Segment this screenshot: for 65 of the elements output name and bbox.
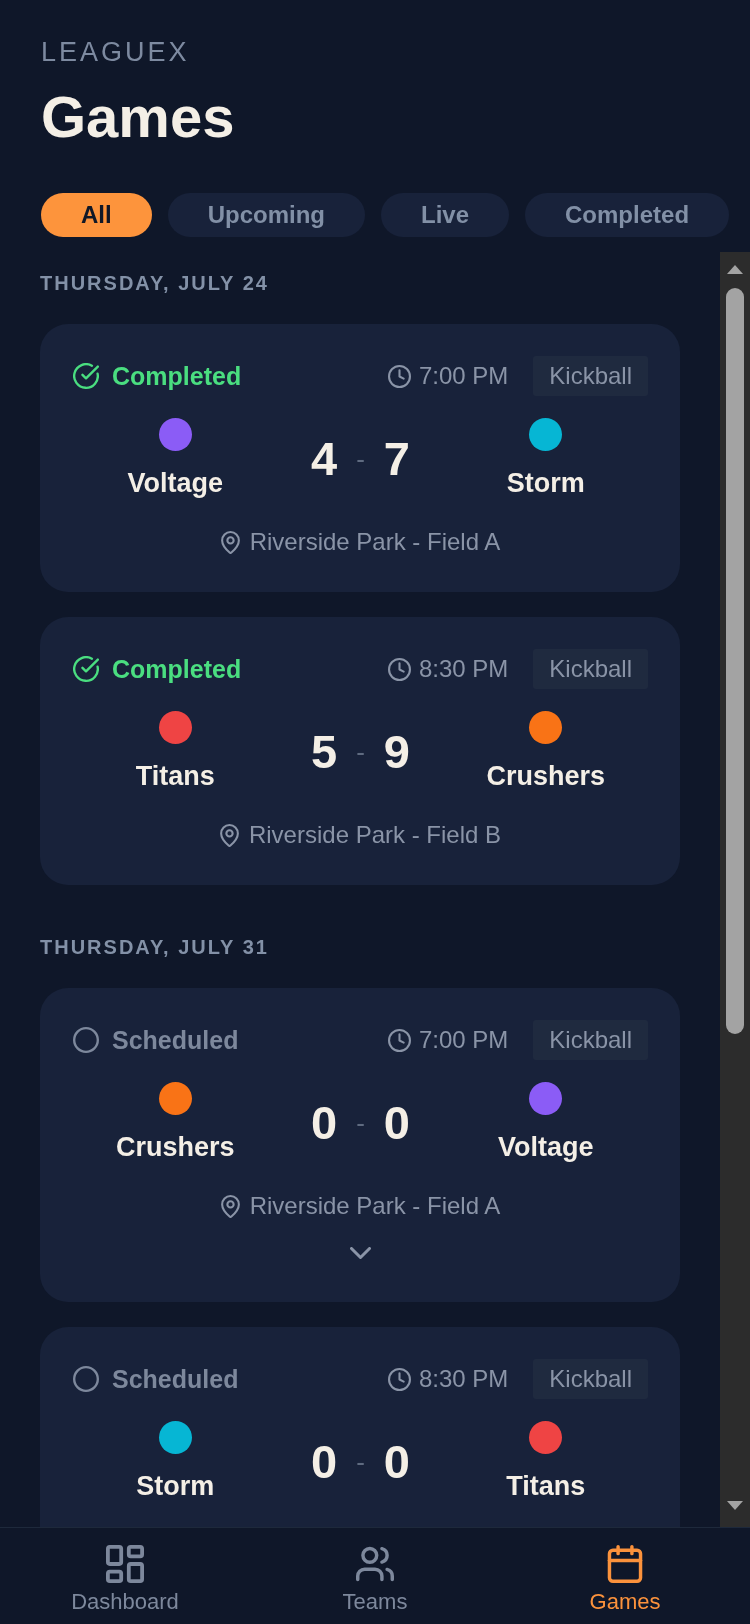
status-label: Completed	[112, 654, 242, 684]
status-label: Scheduled	[112, 1364, 239, 1394]
scroll-down-arrow-icon[interactable]	[727, 1501, 743, 1510]
away-score: 0	[383, 1095, 410, 1150]
location-pin-icon	[219, 823, 239, 847]
nav-tab[interactable]: Teams	[250, 1528, 500, 1624]
home-score: 0	[311, 1434, 338, 1489]
empty-circle-icon	[73, 1366, 99, 1392]
sport-tag: Kickball	[533, 649, 648, 689]
clock-icon	[387, 364, 411, 388]
dashboard-grid-icon	[106, 1545, 144, 1583]
sport-tag: Kickball	[533, 1020, 648, 1060]
clock-icon	[387, 657, 411, 681]
calendar-icon	[606, 1545, 644, 1583]
away-score: 9	[383, 724, 410, 779]
nav-tab[interactable]: Games	[500, 1528, 750, 1624]
team-name: Crushers	[486, 760, 605, 792]
scrollbar-thumb[interactable]	[726, 288, 744, 1034]
team-name: Storm	[136, 1470, 215, 1502]
filter-tab[interactable]: Live	[381, 193, 510, 237]
score-separator: -	[356, 1107, 365, 1138]
location-pin-icon	[220, 1194, 240, 1218]
team-name: Storm	[506, 467, 585, 499]
home-score: 0	[311, 1095, 338, 1150]
away-score: 0	[383, 1434, 410, 1489]
home-score: 4	[311, 431, 338, 486]
app-brand: LEAGUEX	[41, 36, 191, 68]
location-pin-icon	[220, 530, 240, 554]
away-score: 7	[383, 431, 410, 486]
game-time: 7:00 PM	[418, 362, 509, 390]
home-score: 5	[311, 724, 338, 779]
score-separator: -	[356, 736, 365, 767]
users-icon	[356, 1545, 394, 1583]
game-location: Riverside Park - Field A	[249, 1192, 501, 1220]
filter-tab[interactable]: Completed	[525, 193, 730, 237]
date-heading: THURSDAY, JULY 31	[40, 936, 270, 958]
filter-tab[interactable]: All	[41, 193, 152, 237]
clock-icon	[387, 1367, 411, 1391]
score-separator: -	[356, 1446, 365, 1477]
status-label: Scheduled	[112, 1025, 239, 1055]
score-separator: -	[356, 443, 365, 474]
empty-circle-icon	[73, 1027, 99, 1053]
game-location: Riverside Park - Field A	[249, 528, 501, 556]
status-label: Completed	[112, 361, 242, 391]
filter-tab[interactable]: Upcoming	[167, 193, 365, 237]
date-heading: THURSDAY, JULY 24	[40, 272, 270, 294]
check-circle-icon	[73, 656, 99, 682]
team-name: Voltage	[498, 1131, 594, 1163]
game-location: Riverside Park - Field B	[248, 821, 502, 849]
scroll-up-arrow-icon[interactable]	[727, 265, 743, 274]
team-name: Voltage	[127, 467, 223, 499]
check-circle-icon	[73, 363, 99, 389]
team-name: Crushers	[115, 1131, 235, 1163]
team-name: Titans	[135, 760, 215, 792]
nav-tab[interactable]: Dashboard	[0, 1528, 250, 1624]
team-name: Titans	[506, 1470, 586, 1502]
game-time: 8:30 PM	[418, 655, 509, 683]
sport-tag: Kickball	[533, 356, 648, 396]
page-title: Games	[41, 84, 236, 150]
game-time: 7:00 PM	[418, 1026, 509, 1054]
chevron-down-icon[interactable]	[350, 1247, 371, 1259]
scrollbar-track[interactable]	[720, 252, 750, 1527]
sport-tag: Kickball	[533, 1359, 648, 1399]
game-time: 8:30 PM	[418, 1365, 509, 1393]
clock-icon	[387, 1028, 411, 1052]
